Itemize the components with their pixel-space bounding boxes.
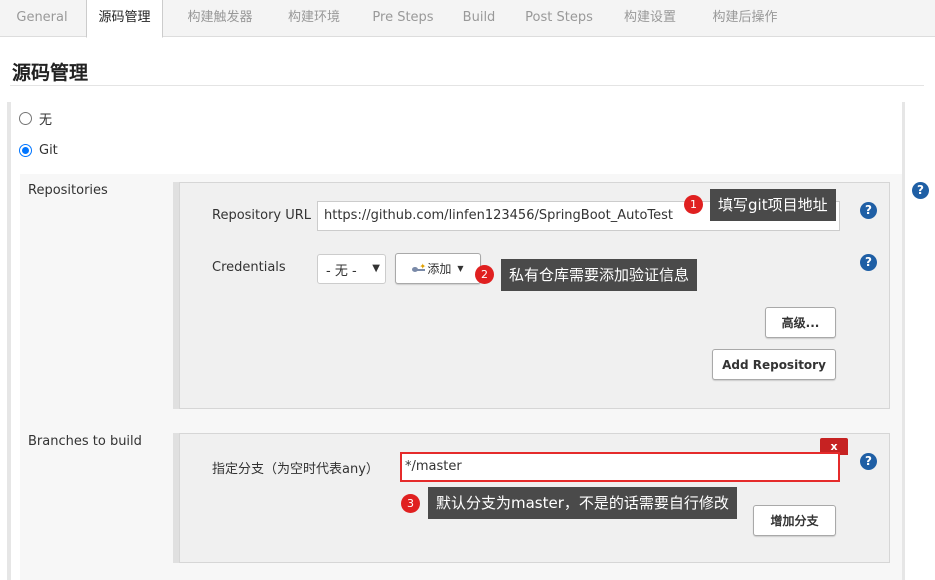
repository-url-label: Repository URL: [212, 208, 312, 223]
annotation-tooltip-2: 私有仓库需要添加验证信息: [501, 259, 698, 291]
tab-build-settings[interactable]: 构建设置: [612, 0, 688, 37]
section-title: 源码管理: [12, 62, 89, 84]
annotation-tooltip-3: 默认分支为master，不是的话需要自行修改: [428, 487, 737, 519]
add-repository-button[interactable]: Add Repository: [712, 349, 836, 380]
tab-post-steps[interactable]: Post Steps: [516, 0, 602, 37]
branch-specifier-label: 指定分支（为空时代表any）: [212, 462, 379, 477]
section-right-border: [902, 102, 905, 580]
add-credentials-label: 添加: [427, 262, 452, 276]
chevron-down-icon: ▼: [372, 263, 380, 274]
section-left-border: [7, 102, 11, 580]
tab-general[interactable]: General: [4, 0, 80, 37]
advanced-button[interactable]: 高级...: [765, 307, 836, 338]
branch-specifier-input[interactable]: */master: [400, 452, 840, 482]
credentials-select[interactable]: - 无 - ▼: [317, 254, 386, 284]
radio-git-label: Git: [39, 142, 58, 158]
annotation-tooltip-1: 填写git项目地址: [710, 189, 836, 221]
key-icon: ✦: [412, 262, 426, 273]
tab-source-code-management[interactable]: 源码管理: [86, 0, 163, 38]
scm-help-icon[interactable]: ?: [912, 182, 929, 199]
credentials-help-icon[interactable]: ?: [860, 254, 877, 271]
tab-post-build-actions[interactable]: 构建后操作: [698, 0, 792, 37]
scm-option-none[interactable]: 无: [19, 109, 53, 128]
credentials-label: Credentials: [212, 260, 286, 275]
tab-build-triggers[interactable]: 构建触发器: [175, 0, 265, 37]
add-credentials-button[interactable]: ✦ 添加 ▼: [395, 253, 481, 284]
tab-build-environment[interactable]: 构建环境: [275, 0, 353, 37]
tab-build[interactable]: Build: [452, 0, 506, 37]
radio-none-label: 无: [39, 112, 53, 128]
add-branch-button[interactable]: 增加分支: [753, 505, 836, 536]
tab-pre-steps[interactable]: Pre Steps: [364, 0, 442, 37]
annotation-badge-2: 2: [475, 265, 494, 284]
title-divider: [10, 85, 924, 86]
annotation-badge-3: 3: [401, 494, 420, 513]
caret-down-icon: ▼: [457, 264, 464, 273]
branches-to-build-label: Branches to build: [28, 434, 142, 449]
tab-bar: General 源码管理 构建触发器 构建环境 Pre Steps Build …: [0, 0, 935, 38]
scm-option-git[interactable]: Git: [19, 141, 58, 159]
repositories-label: Repositories: [28, 183, 108, 198]
credentials-selected-value: - 无 -: [326, 263, 357, 279]
radio-none[interactable]: [19, 111, 32, 125]
annotation-badge-1: 1: [684, 195, 703, 214]
radio-git[interactable]: [19, 143, 32, 157]
branch-specifier-help-icon[interactable]: ?: [860, 453, 877, 470]
repository-url-help-icon[interactable]: ?: [860, 202, 877, 219]
